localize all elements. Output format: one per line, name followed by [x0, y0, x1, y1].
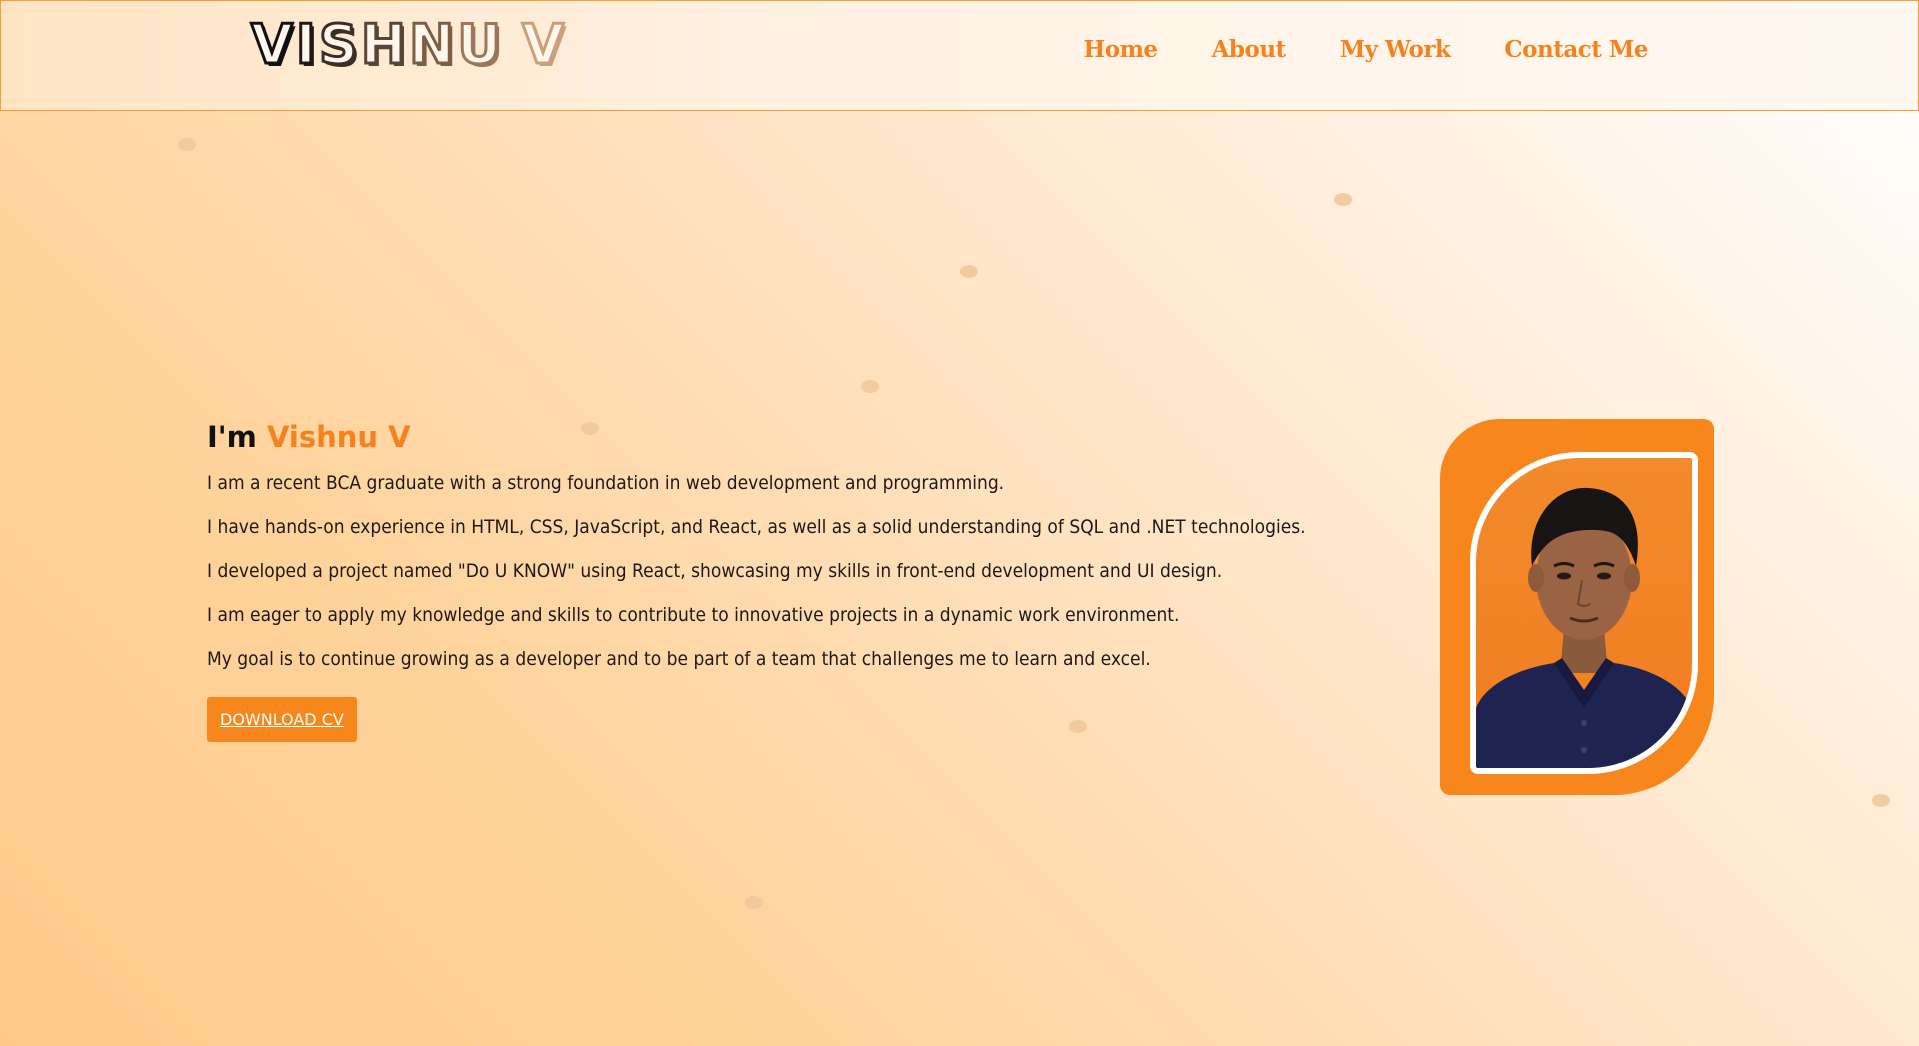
background-dot — [861, 380, 879, 393]
nav-home[interactable]: Home — [1084, 36, 1159, 63]
profile-photo — [1470, 452, 1698, 774]
hero-heading: I'm Vishnu V — [207, 415, 1307, 459]
logo-letter: S — [317, 12, 361, 78]
hero-paragraph: I have hands-on experience in HTML, CSS,… — [207, 516, 1306, 538]
logo-letter: H — [359, 12, 409, 78]
logo-letter: U — [456, 12, 505, 78]
nav-my-work[interactable]: My Work — [1340, 36, 1451, 63]
site-header: VISHNU V Home About My Work Contact Me — [0, 0, 1919, 111]
background-dot — [745, 896, 763, 909]
hero-name: Vishnu V — [267, 420, 411, 454]
hero-section: I'm Vishnu V I am a recent BCA graduate … — [207, 415, 1307, 742]
logo-letter: V — [250, 12, 296, 78]
portrait-illustration — [1476, 487, 1692, 768]
main-nav: Home About My Work Contact Me — [1084, 36, 1649, 63]
hero-paragraph: I am eager to apply my knowledge and ski… — [207, 604, 1180, 626]
nav-contact-me[interactable]: Contact Me — [1504, 36, 1648, 63]
background-dot — [1872, 794, 1890, 807]
site-logo[interactable]: VISHNU V — [250, 5, 567, 85]
hero-greeting: I'm — [207, 420, 257, 454]
hero-paragraph: My goal is to continue growing as a deve… — [207, 648, 1151, 670]
hero-paragraph: I developed a project named "Do U KNOW" … — [207, 560, 1223, 582]
nav-about[interactable]: About — [1212, 36, 1287, 63]
download-cv-button[interactable]: DOWNLOAD CV — [207, 697, 357, 742]
logo-letter: N — [407, 12, 458, 78]
background-dot — [960, 265, 978, 278]
hero-paragraph: I am a recent BCA graduate with a strong… — [207, 472, 1005, 494]
logo-letter: I — [294, 12, 319, 78]
logo-letter: V — [521, 12, 567, 78]
background-dot — [178, 138, 196, 151]
portrait-frame — [1440, 419, 1714, 795]
background-dot — [1334, 193, 1352, 206]
